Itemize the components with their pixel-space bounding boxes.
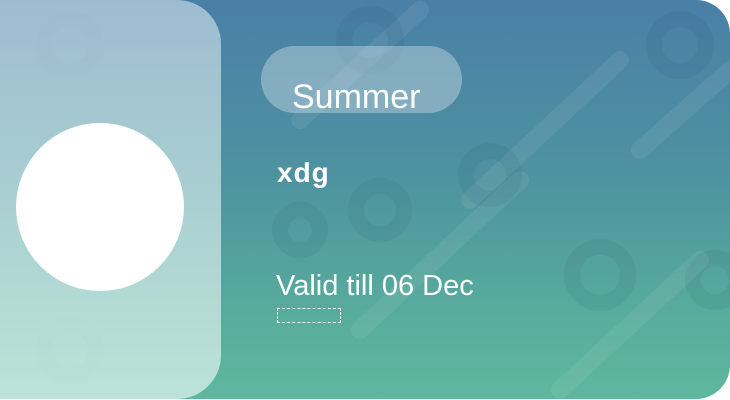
avatar	[16, 123, 184, 291]
card-holder-name: xdg	[277, 157, 330, 188]
season-label: Summer	[292, 78, 421, 116]
offer-card: Summer xdg Valid till 06 Dec	[0, 0, 730, 399]
validity-text: Valid till 06 Dec	[276, 270, 474, 302]
code-placeholder	[277, 308, 341, 323]
